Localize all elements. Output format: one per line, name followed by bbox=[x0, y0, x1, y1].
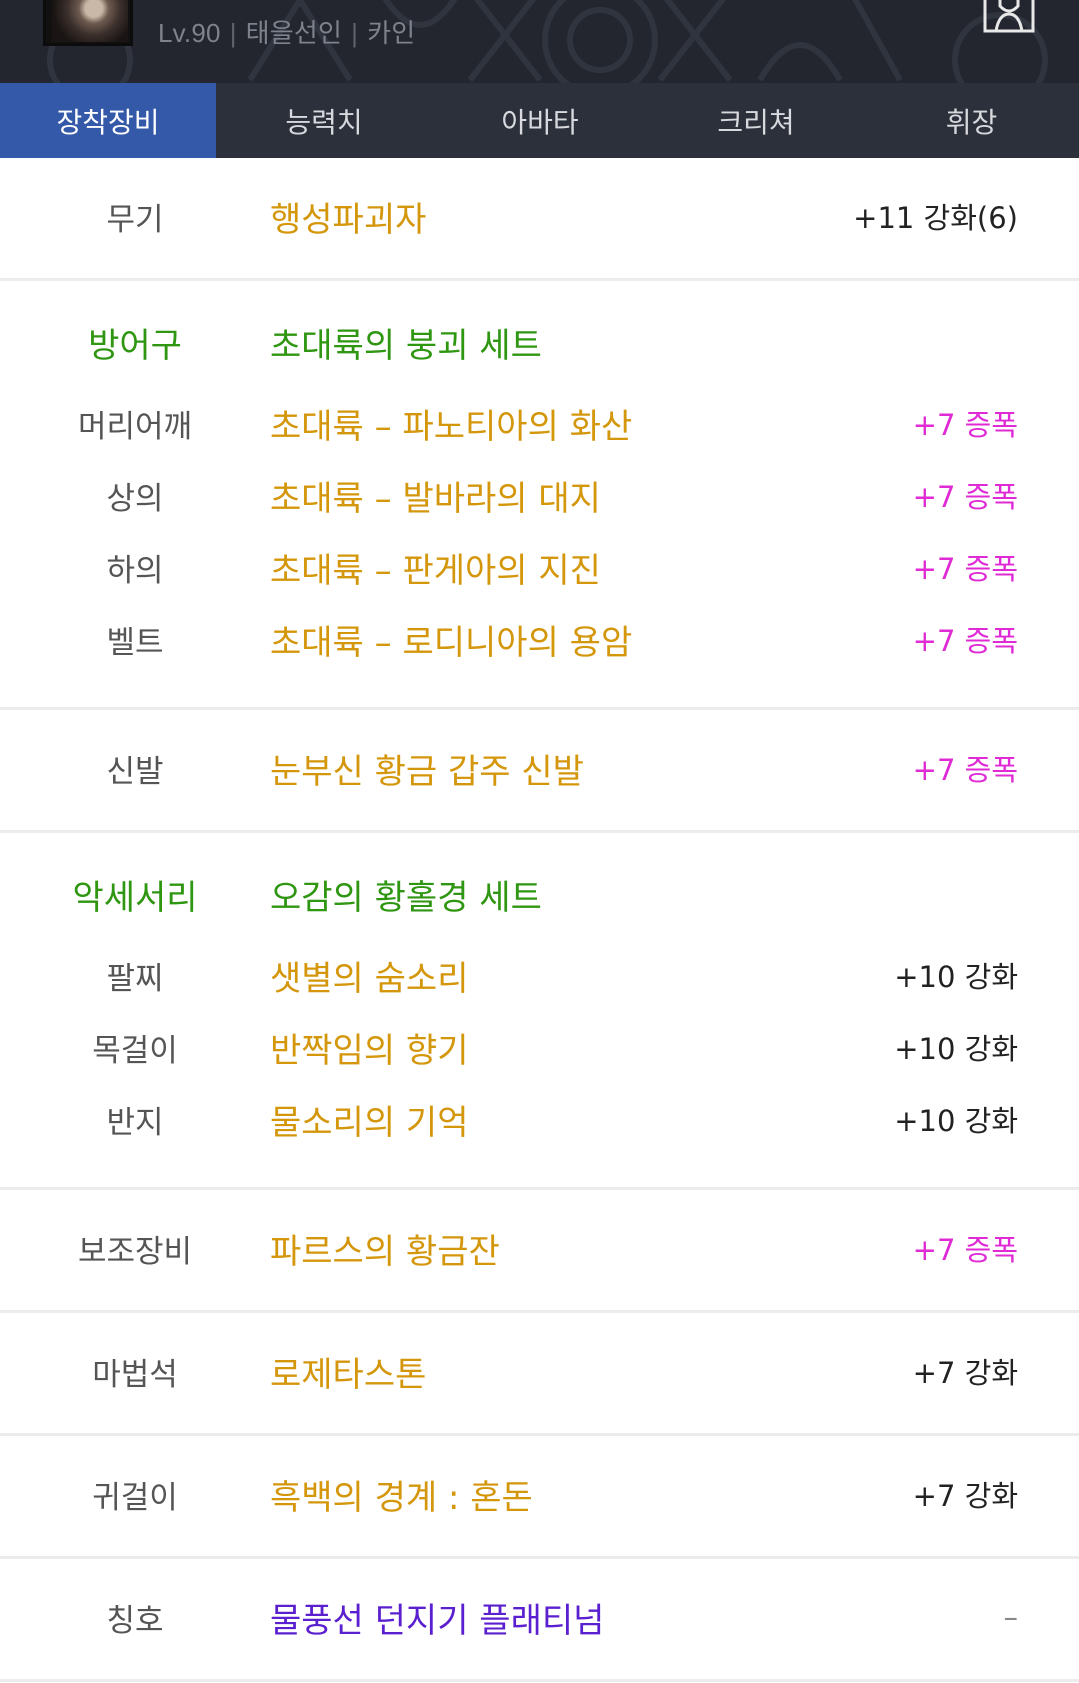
slot-label: 반지 bbox=[106, 1104, 164, 1141]
character-server: 카인 bbox=[367, 18, 416, 48]
set-name[interactable]: 초대륙의 붕괴 세트 bbox=[270, 318, 542, 367]
item-name[interactable]: 샛별의 숨소리 bbox=[270, 951, 469, 1000]
slot-label: 방어구 bbox=[88, 325, 182, 366]
equipment-row-sub[interactable]: 보조장비 파르스의 황금잔 +7 증폭 bbox=[0, 1212, 1079, 1284]
title-section: 칭호 물풍선 던지기 플래티넘 – bbox=[0, 1559, 1079, 1682]
enhance-value: +7 강화 bbox=[912, 1479, 1018, 1513]
enhance-value: +7 증폭 bbox=[912, 1233, 1018, 1267]
item-name[interactable]: 파르스의 황금잔 bbox=[270, 1224, 500, 1273]
slot-label: 마법석 bbox=[92, 1356, 178, 1393]
item-name[interactable]: 행성파괴자 bbox=[270, 192, 426, 241]
set-name[interactable]: 오감의 황홀경 세트 bbox=[270, 870, 542, 919]
equipment-row-shoes[interactable]: 신발 눈부신 황금 갑주 신발 +7 증폭 bbox=[0, 732, 1079, 804]
slot-label: 목걸이 bbox=[92, 1032, 178, 1069]
character-job: 태을선인 bbox=[245, 18, 343, 48]
character-avatar[interactable] bbox=[43, 0, 133, 46]
enhance-value: +10 강화 bbox=[894, 1032, 1018, 1066]
character-level: Lv.90 bbox=[158, 18, 221, 48]
slot-label: 팔찌 bbox=[106, 960, 164, 997]
enhance-value: +7 강화 bbox=[912, 1356, 1018, 1390]
armor-section: 방어구 초대륙의 붕괴 세트 머리어깨 초대륙 – 파노티아의 화산 +7 증폭… bbox=[0, 281, 1079, 710]
equipment-row-ring[interactable]: 반지 물소리의 기억 +10 강화 bbox=[0, 1083, 1079, 1155]
enhance-value: +7 증폭 bbox=[912, 624, 1018, 658]
tab-creature[interactable]: 크리쳐 bbox=[648, 83, 864, 158]
equipment-row-necklace[interactable]: 목걸이 반짝임의 향기 +10 강화 bbox=[0, 1011, 1079, 1083]
enhance-value: – bbox=[1003, 1600, 1019, 1634]
equipment-row-title[interactable]: 칭호 물풍선 던지기 플래티넘 – bbox=[0, 1581, 1079, 1653]
slot-label: 보조장비 bbox=[77, 1233, 193, 1270]
weapon-section: 무기 행성파괴자 +11 강화(6) bbox=[0, 158, 1079, 281]
equipment-row-belt[interactable]: 벨트 초대륙 – 로디니아의 용암 +7 증폭 bbox=[0, 603, 1079, 675]
slot-label: 벨트 bbox=[106, 624, 164, 661]
slot-label: 하의 bbox=[106, 552, 164, 589]
item-name[interactable]: 초대륙 – 로디니아의 용암 bbox=[270, 615, 632, 664]
item-name[interactable]: 물풍선 던지기 플래티넘 bbox=[270, 1593, 604, 1642]
set-header-accessory: 악세서리 오감의 황홀경 세트 bbox=[0, 858, 1079, 930]
equipment-row-head[interactable]: 머리어깨 초대륙 – 파노티아의 화산 +7 증폭 bbox=[0, 387, 1079, 459]
item-name[interactable]: 로제타스톤 bbox=[270, 1347, 426, 1396]
tab-emblem[interactable]: 휘장 bbox=[864, 83, 1079, 158]
enhance-value: +7 증폭 bbox=[912, 408, 1018, 442]
equipment-row-bottom[interactable]: 하의 초대륙 – 판게아의 지진 +7 증폭 bbox=[0, 531, 1079, 603]
accessory-section: 악세서리 오감의 황홀경 세트 팔찌 샛별의 숨소리 +10 강화 목걸이 반짝… bbox=[0, 833, 1079, 1190]
set-header-armor: 방어구 초대륙의 붕괴 세트 bbox=[0, 306, 1079, 378]
character-icon[interactable] bbox=[982, 0, 1036, 34]
enhance-value: +7 증폭 bbox=[912, 552, 1018, 586]
item-name[interactable]: 초대륙 – 파노티아의 화산 bbox=[270, 399, 632, 448]
slot-label: 칭호 bbox=[106, 1602, 164, 1639]
character-header: Lv.90 | 태을선인 | 카인 bbox=[0, 0, 1079, 83]
earring-section: 귀걸이 흑백의 경계 : 혼돈 +7 강화 bbox=[0, 1436, 1079, 1559]
tab-bar: 장착장비 능력치 아바타 크리쳐 휘장 bbox=[0, 83, 1079, 158]
equipment-row-magicstone[interactable]: 마법석 로제타스톤 +7 강화 bbox=[0, 1335, 1079, 1407]
equipment-row-weapon[interactable]: 무기 행성파괴자 +11 강화(6) bbox=[0, 180, 1079, 252]
tab-stats[interactable]: 능력치 bbox=[216, 83, 432, 158]
slot-label: 신발 bbox=[106, 753, 164, 790]
enhance-value: +11 강화(6) bbox=[853, 201, 1018, 235]
equipment-row-top[interactable]: 상의 초대륙 – 발바라의 대지 +7 증폭 bbox=[0, 459, 1079, 531]
slot-label: 악세서리 bbox=[72, 877, 198, 918]
sub-section: 보조장비 파르스의 황금잔 +7 증폭 bbox=[0, 1190, 1079, 1313]
item-name[interactable]: 초대륙 – 발바라의 대지 bbox=[270, 471, 601, 520]
enhance-value: +7 증폭 bbox=[912, 753, 1018, 787]
item-name[interactable]: 초대륙 – 판게아의 지진 bbox=[270, 543, 601, 592]
equipment-row-bracelet[interactable]: 팔찌 샛별의 숨소리 +10 강화 bbox=[0, 939, 1079, 1011]
equipment-row-earring[interactable]: 귀걸이 흑백의 경계 : 혼돈 +7 강화 bbox=[0, 1458, 1079, 1530]
item-name[interactable]: 눈부신 황금 갑주 신발 bbox=[270, 744, 584, 793]
enhance-value: +7 증폭 bbox=[912, 480, 1018, 514]
tab-avatar[interactable]: 아바타 bbox=[432, 83, 648, 158]
magicstone-section: 마법석 로제타스톤 +7 강화 bbox=[0, 1313, 1079, 1436]
equipment-list: 무기 행성파괴자 +11 강화(6) 방어구 초대륙의 붕괴 세트 머리어깨 초… bbox=[0, 158, 1079, 1682]
tab-equipment[interactable]: 장착장비 bbox=[0, 83, 216, 158]
shoes-section: 신발 눈부신 황금 갑주 신발 +7 증폭 bbox=[0, 710, 1079, 833]
enhance-value: +10 강화 bbox=[894, 960, 1018, 994]
slot-label: 무기 bbox=[106, 201, 164, 238]
enhance-value: +10 강화 bbox=[894, 1104, 1018, 1138]
slot-label: 상의 bbox=[106, 480, 164, 517]
item-name[interactable]: 흑백의 경계 : 혼돈 bbox=[270, 1470, 533, 1519]
slot-label: 머리어깨 bbox=[77, 408, 193, 445]
item-name[interactable]: 반짝임의 향기 bbox=[270, 1023, 469, 1072]
character-info: Lv.90 | 태을선인 | 카인 bbox=[158, 18, 416, 48]
item-name[interactable]: 물소리의 기억 bbox=[270, 1095, 469, 1144]
slot-label: 귀걸이 bbox=[92, 1479, 178, 1516]
